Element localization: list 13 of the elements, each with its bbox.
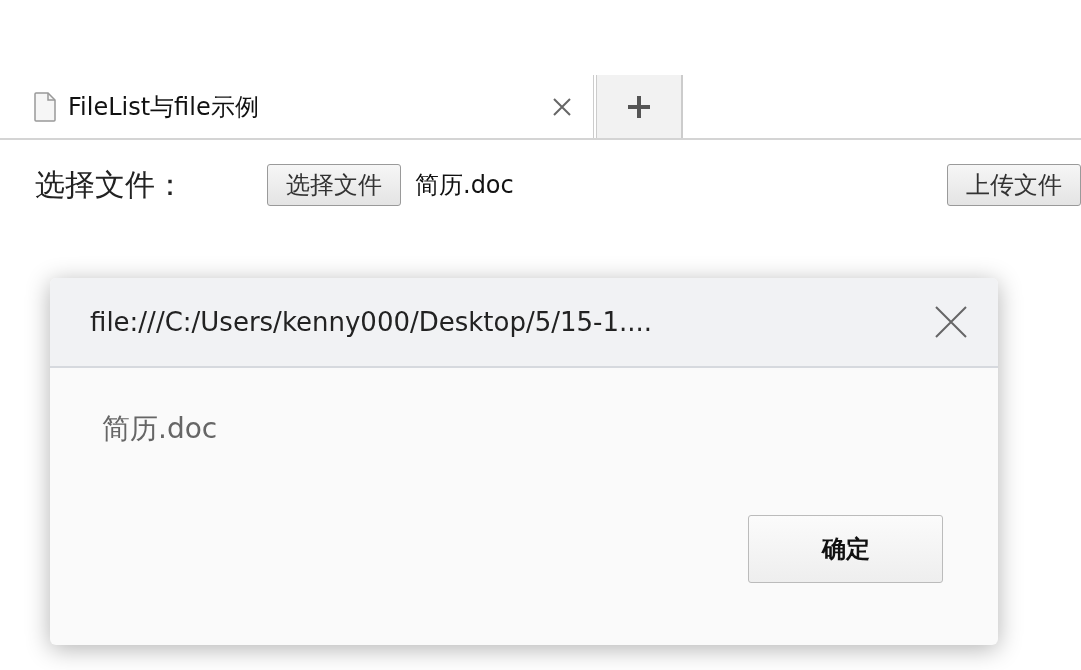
new-tab-button[interactable] bbox=[597, 75, 683, 138]
close-icon[interactable] bbox=[934, 305, 968, 339]
file-name: 简历.doc bbox=[415, 170, 515, 201]
ok-button[interactable]: 确定 bbox=[748, 515, 943, 583]
document-icon bbox=[34, 91, 56, 122]
field-label: 选择文件： bbox=[35, 165, 186, 204]
upload-button[interactable]: 上传文件 bbox=[947, 164, 1081, 206]
close-icon[interactable] bbox=[553, 97, 571, 116]
dialog-message: 简历.doc bbox=[101, 411, 219, 447]
dialog-title: file:///C:/Users/kenny000/Desktop/5/15-1.... bbox=[90, 307, 654, 337]
tab-title: FileList与file示例 bbox=[68, 91, 260, 123]
plus-icon bbox=[627, 94, 651, 119]
choose-file-button[interactable]: 选择文件 bbox=[267, 164, 401, 206]
